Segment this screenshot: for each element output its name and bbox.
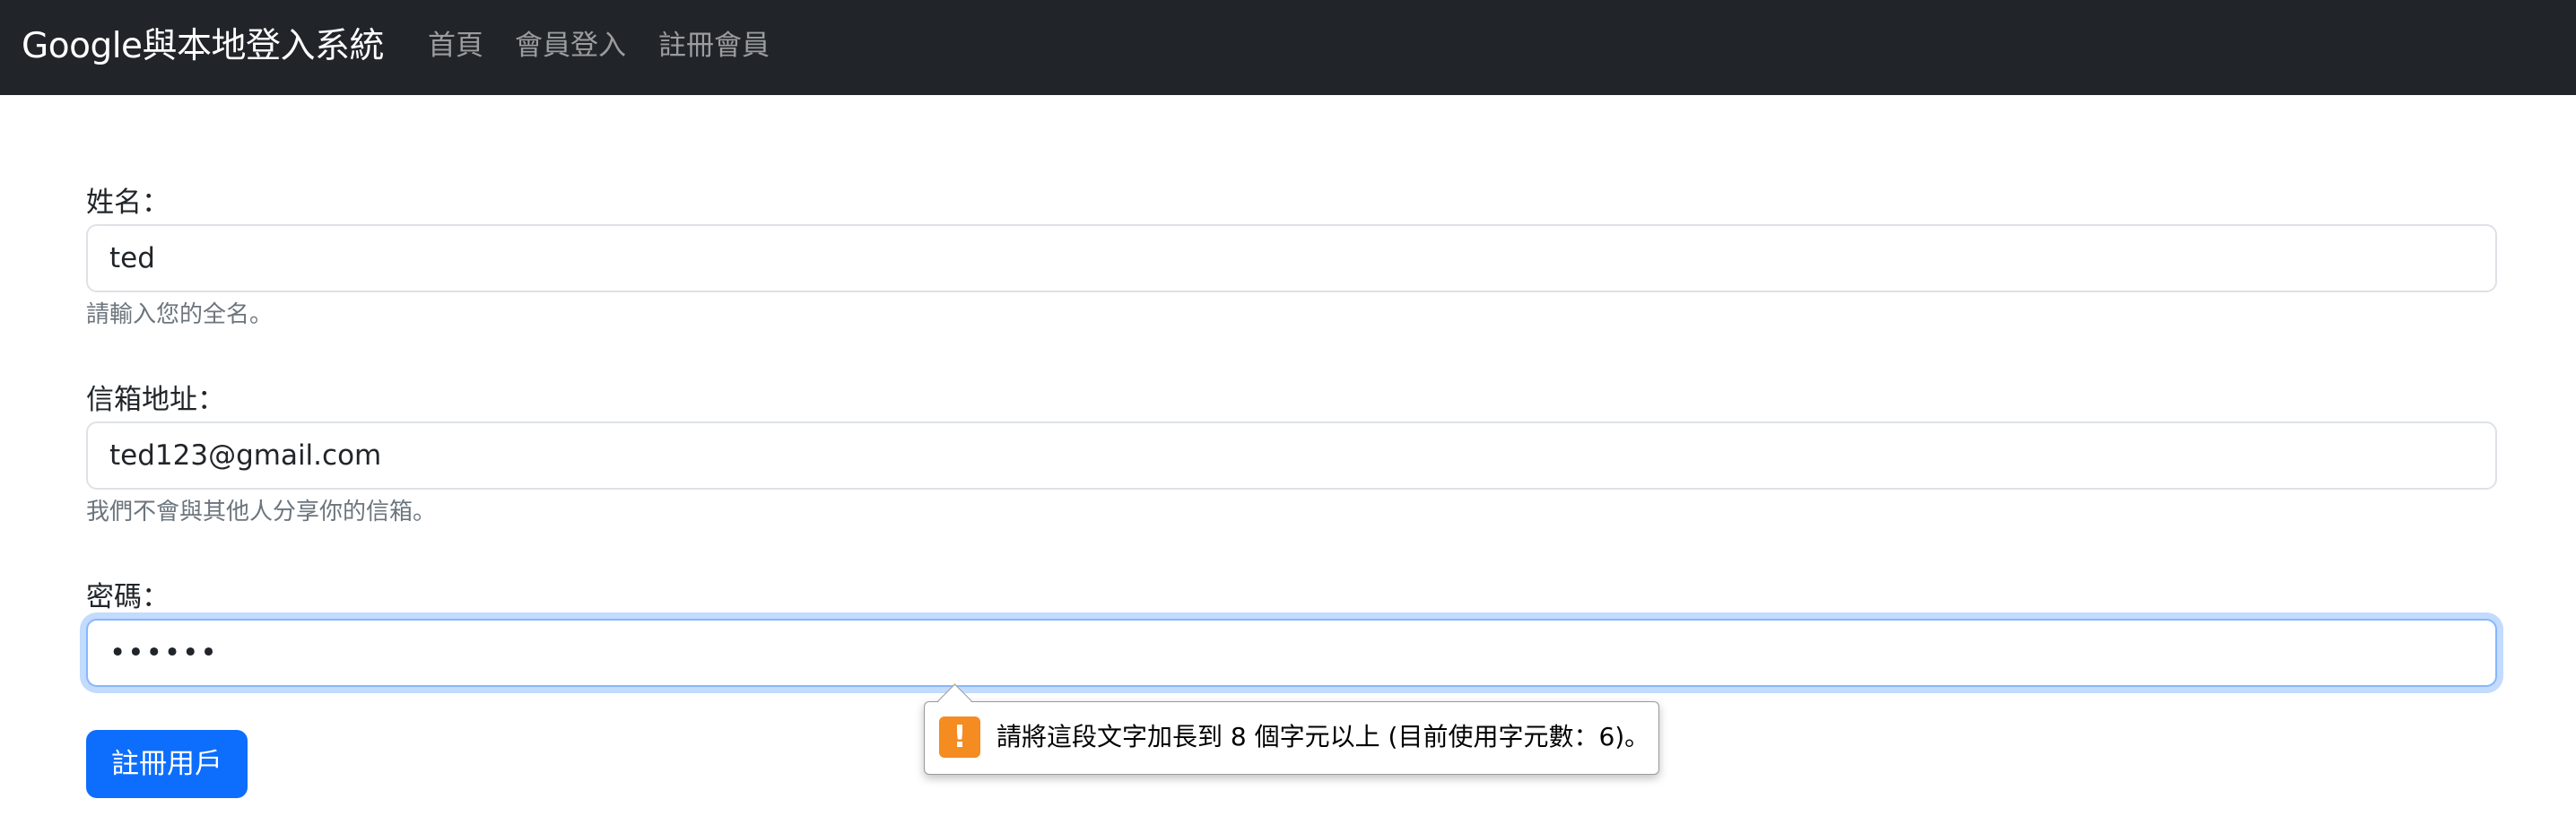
email-input[interactable]: ted123@gmail.com <box>86 421 2497 490</box>
navbar: Google與本地登入系統 首頁 會員登入 註冊會員 <box>0 0 2576 95</box>
password-label: 密碼： <box>86 581 170 613</box>
nav-link-register[interactable]: 註冊會員 <box>658 25 770 66</box>
register-submit-button[interactable]: 註冊用戶 <box>86 730 248 798</box>
name-input[interactable]: ted <box>86 224 2497 292</box>
name-help-text: 請輸入您的全名。 <box>86 301 274 328</box>
nav-link-login[interactable]: 會員登入 <box>515 25 626 66</box>
tooltip-arrow <box>937 683 972 718</box>
email-label: 信箱地址： <box>86 384 225 416</box>
validation-message: 請將這段文字加長到 8 個字元以上 (目前使用字元數：6)。 <box>996 722 1650 751</box>
name-label: 姓名： <box>86 187 170 219</box>
password-input[interactable]: •••••• <box>86 619 2497 687</box>
navbar-brand[interactable]: Google與本地登入系統 <box>22 22 385 72</box>
validation-tooltip: ! 請將這段文字加長到 8 個字元以上 (目前使用字元數：6)。 <box>924 683 1659 775</box>
exclamation-icon: ! <box>939 716 980 758</box>
nav-link-home[interactable]: 首頁 <box>428 25 483 66</box>
email-help-text: 我們不會與其他人分享你的信箱。 <box>86 499 437 525</box>
